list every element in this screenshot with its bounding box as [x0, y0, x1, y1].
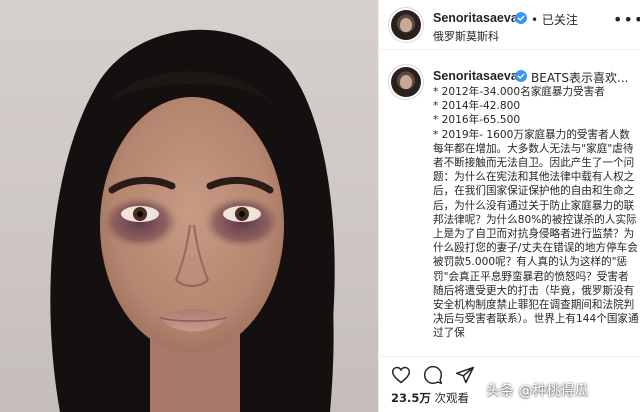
- avatar[interactable]: [391, 10, 421, 40]
- verified-badge-icon: [515, 70, 527, 82]
- caption-username-link[interactable]: Senoritasaeva: [433, 69, 518, 83]
- portrait-image: [50, 29, 335, 412]
- caption-area: Senoritasaeva BEATS表示喜欢... * 2012年-34.00…: [379, 51, 640, 351]
- caption-text: * 2012年-34.000名家庭暴力受害者 * 2014年-42.800 * …: [433, 86, 639, 340]
- post-photo[interactable]: [0, 0, 378, 412]
- comment-bubble-icon[interactable]: [423, 365, 443, 385]
- views-count[interactable]: 23.5万 次观看: [391, 390, 469, 406]
- source-watermark: 头条 @种桃得瓜: [486, 383, 589, 399]
- location-link[interactable]: 俄罗斯莫斯科: [433, 28, 499, 44]
- heart-icon[interactable]: [391, 365, 411, 385]
- views-label: 次观看: [434, 391, 470, 405]
- post-header: Senoritasaeva • 已关注 俄罗斯莫斯科 •••: [379, 0, 640, 50]
- post-sidebar: Senoritasaeva • 已关注 俄罗斯莫斯科 ••• Senoritas…: [378, 0, 640, 412]
- username-link[interactable]: Senoritasaeva: [433, 11, 518, 25]
- paper-plane-icon[interactable]: [455, 365, 475, 385]
- views-number: 23.5万: [391, 391, 431, 405]
- caption-avatar[interactable]: [391, 67, 421, 97]
- follow-status[interactable]: • 已关注: [531, 11, 578, 28]
- caption-head: BEATS表示喜欢...: [531, 71, 629, 85]
- verified-badge-icon: [515, 12, 527, 24]
- more-options-icon[interactable]: •••: [613, 12, 640, 30]
